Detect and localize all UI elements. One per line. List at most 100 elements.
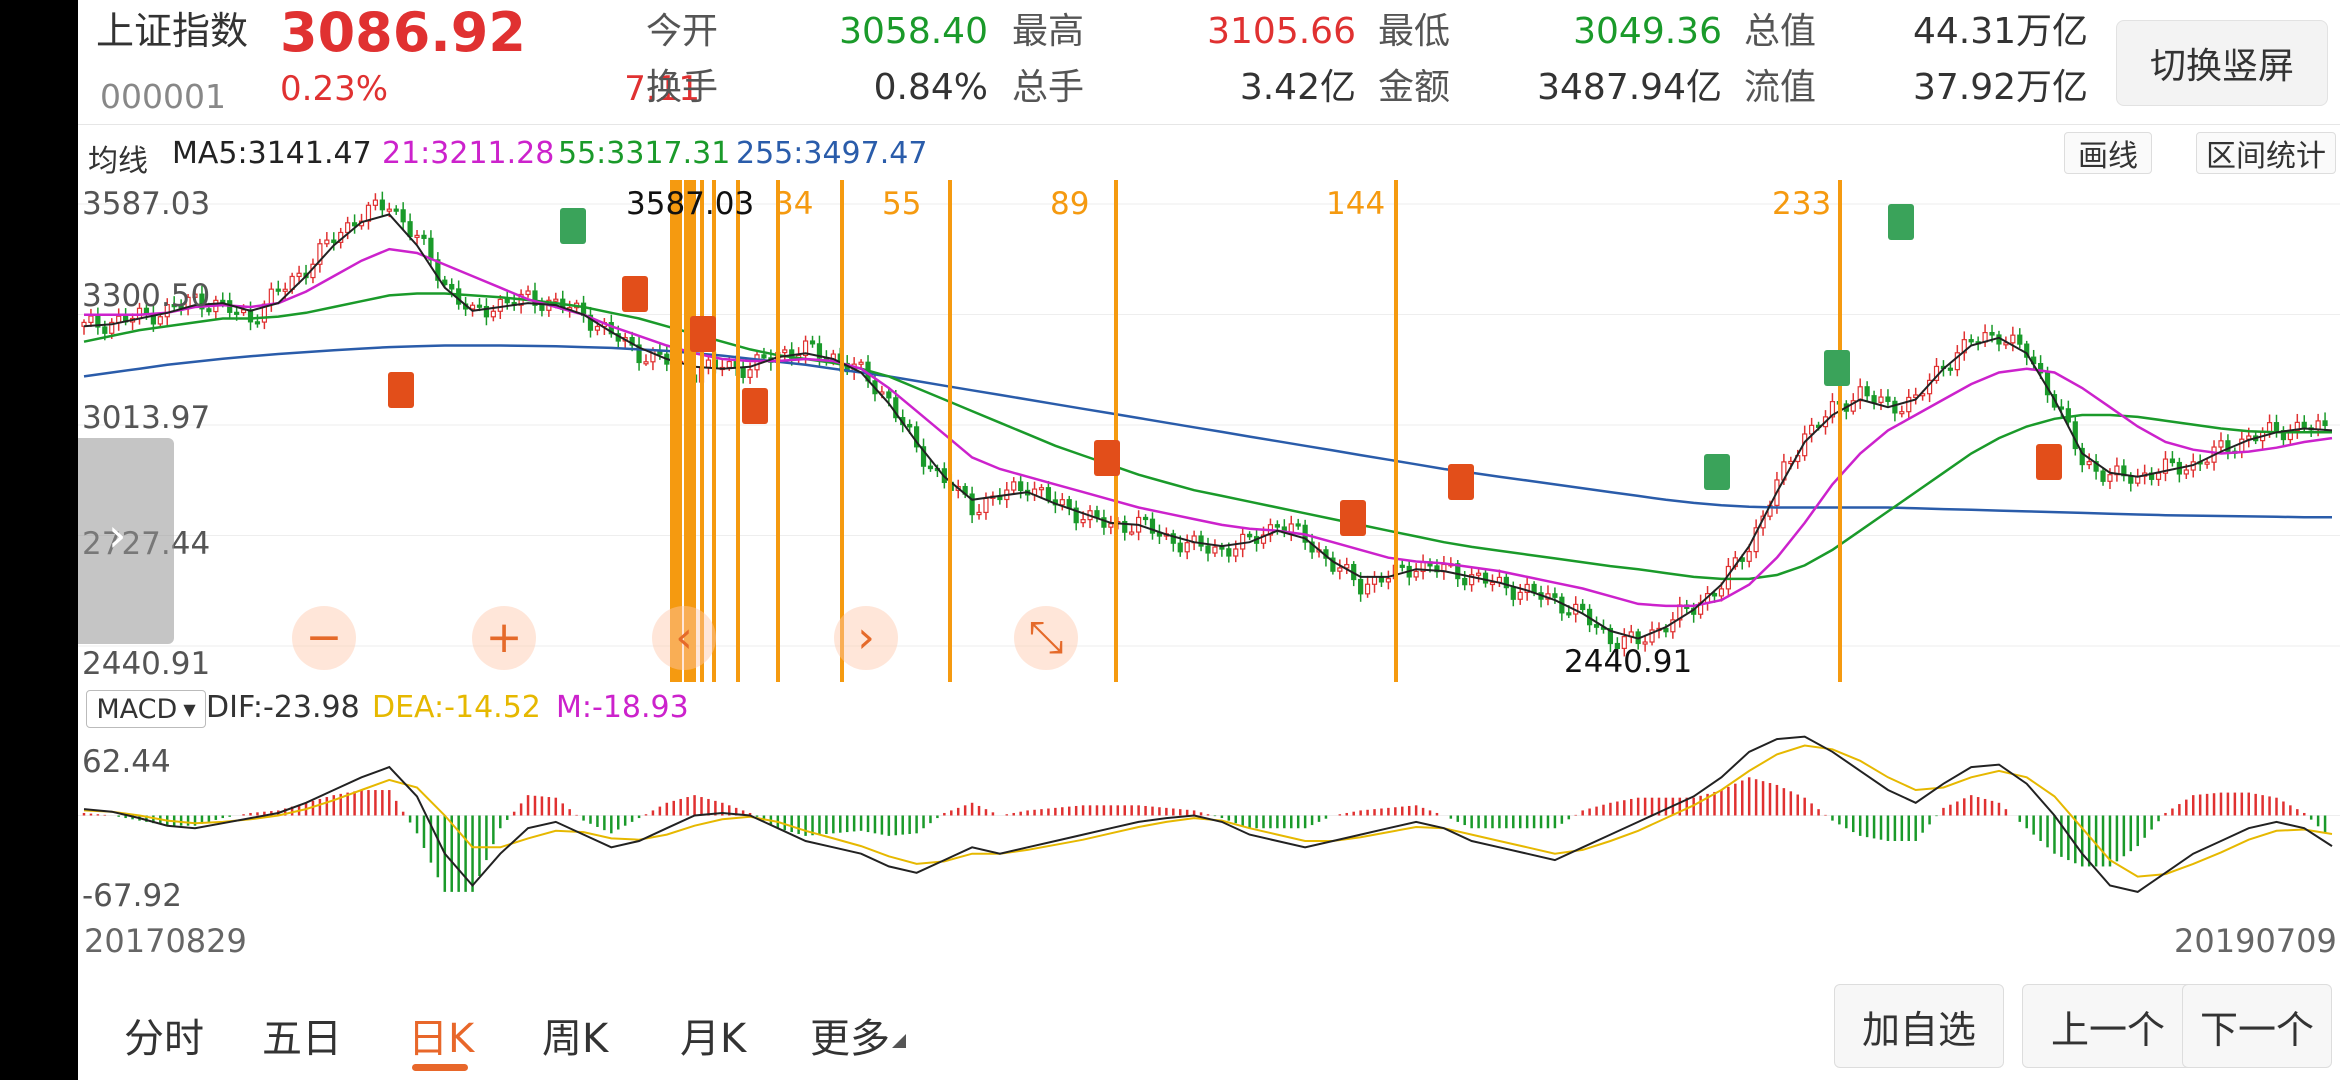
tab-more[interactable]: 更多 <box>810 1006 890 1064</box>
candle-body <box>1878 396 1884 403</box>
candle-body <box>1080 519 1086 524</box>
candle-body <box>428 237 434 261</box>
candle-body <box>324 239 330 245</box>
candle-body <box>1364 583 1371 595</box>
candle-body <box>539 304 545 311</box>
tab-intraday[interactable]: 分时 <box>124 1006 204 1064</box>
active-tab-indicator <box>412 1064 468 1071</box>
side-expand-panel[interactable]: › <box>78 438 174 644</box>
candle-body <box>754 354 760 371</box>
zoom-in-button[interactable]: + <box>472 606 536 670</box>
candle-body <box>1059 499 1065 506</box>
signal-badge <box>388 372 414 408</box>
candle-body <box>1045 487 1052 501</box>
candle-body <box>282 288 288 292</box>
candle-body <box>351 222 358 227</box>
candle-body <box>1489 581 1496 586</box>
range-stats-button[interactable]: 区间统计 <box>2196 132 2336 174</box>
total-value-label: 总值 <box>1744 11 1817 52</box>
indicator-selector[interactable]: MACD ▼ <box>86 690 206 728</box>
candle-body <box>407 221 413 237</box>
candle-body <box>1018 481 1024 492</box>
y-tick-2440: 2440.91 <box>82 646 211 682</box>
add-watchlist-button[interactable]: 加自选 <box>1834 984 2004 1068</box>
tab-five-day[interactable]: 五日 <box>262 1006 342 1064</box>
candle-body <box>1989 331 1995 336</box>
candle-body <box>643 361 649 365</box>
candle-body <box>1295 523 1301 527</box>
candle-body <box>220 299 226 303</box>
candle-body <box>1371 576 1378 585</box>
candle-body <box>1066 499 1072 509</box>
candle-body <box>1864 386 1870 397</box>
low-marker: 2440.91 <box>1564 644 1693 680</box>
candle-body <box>809 340 816 345</box>
macd-chart[interactable] <box>78 728 2340 910</box>
candle-body <box>1129 531 1135 535</box>
candle-body <box>386 208 392 212</box>
fib-label-34: 34 <box>774 186 814 222</box>
pan-right-button[interactable]: › <box>834 606 898 670</box>
fib-label-55: 55 <box>882 186 922 222</box>
candle-body <box>2239 438 2245 453</box>
previous-button[interactable]: 上一个 <box>2022 984 2194 1068</box>
more-corner-icon <box>892 1034 906 1048</box>
signal-badge <box>690 316 716 352</box>
candle-body <box>553 298 559 302</box>
candle-body <box>476 304 483 308</box>
open-label: 今开 <box>646 11 719 52</box>
candle-body <box>740 367 746 378</box>
macd-y-tick-bottom: -67.92 <box>82 878 182 914</box>
candle-body <box>2315 420 2321 430</box>
high-value: 3105.66 <box>1207 11 1356 52</box>
candle-body <box>858 361 864 365</box>
volume-label: 总手 <box>1012 67 1085 108</box>
candle-body <box>726 360 732 369</box>
candle-body <box>1038 487 1045 491</box>
candle-body <box>490 310 496 318</box>
fib-label-89: 89 <box>1050 186 1090 222</box>
turnover-rate-label: 换手 <box>646 67 719 108</box>
side-arrow-icon: › <box>108 508 127 562</box>
y-tick-3300: 3300.50 <box>82 278 211 314</box>
indicator-selector-label: MACD <box>96 693 178 725</box>
chevron-down-icon: ▼ <box>183 699 196 719</box>
candle-body <box>2017 334 2023 345</box>
change-percent: 0.23% <box>280 69 389 109</box>
candle-body <box>1212 546 1218 554</box>
tab-daily-k[interactable]: 日K <box>408 1006 474 1064</box>
next-button[interactable]: 下一个 <box>2182 984 2332 1068</box>
switch-portrait-button[interactable]: 切换竖屏 <box>2116 20 2328 106</box>
ma255-value: 255:3497.47 <box>736 136 928 171</box>
expand-icon[interactable]: ⤡ <box>1014 606 1078 670</box>
candle-body <box>2322 420 2328 427</box>
candle-body <box>1871 395 1877 403</box>
volume-value: 3.42亿 <box>1239 67 1356 108</box>
signal-badge <box>1094 440 1120 476</box>
zoom-out-button[interactable]: − <box>292 606 356 670</box>
candle-body <box>782 349 788 354</box>
draw-line-button[interactable]: 画线 <box>2064 132 2152 174</box>
tab-weekly-k[interactable]: 周K <box>542 1006 608 1064</box>
kline-chart[interactable] <box>78 180 2340 682</box>
candle-body <box>275 288 281 292</box>
fib-label-144: 144 <box>1326 186 1386 222</box>
ma55-line <box>83 292 2332 581</box>
candle-body <box>1711 593 1718 597</box>
candle-body <box>2273 422 2280 432</box>
candle-body <box>886 391 892 399</box>
signal-badge <box>1704 454 1730 490</box>
candle-body <box>1892 400 1898 414</box>
tab-monthly-k[interactable]: 月K <box>680 1006 746 1064</box>
open-value: 3058.40 <box>839 11 988 52</box>
signal-badge <box>622 276 648 312</box>
candle-body <box>2204 461 2210 465</box>
signal-badge <box>560 208 586 244</box>
low-value: 3049.36 <box>1573 11 1722 52</box>
candle-body <box>1593 624 1600 628</box>
pan-left-button[interactable]: ‹ <box>652 606 716 670</box>
candle-body <box>497 298 503 312</box>
candle-body <box>2100 470 2106 482</box>
candle-body <box>1247 533 1253 538</box>
candle-body <box>761 354 767 359</box>
